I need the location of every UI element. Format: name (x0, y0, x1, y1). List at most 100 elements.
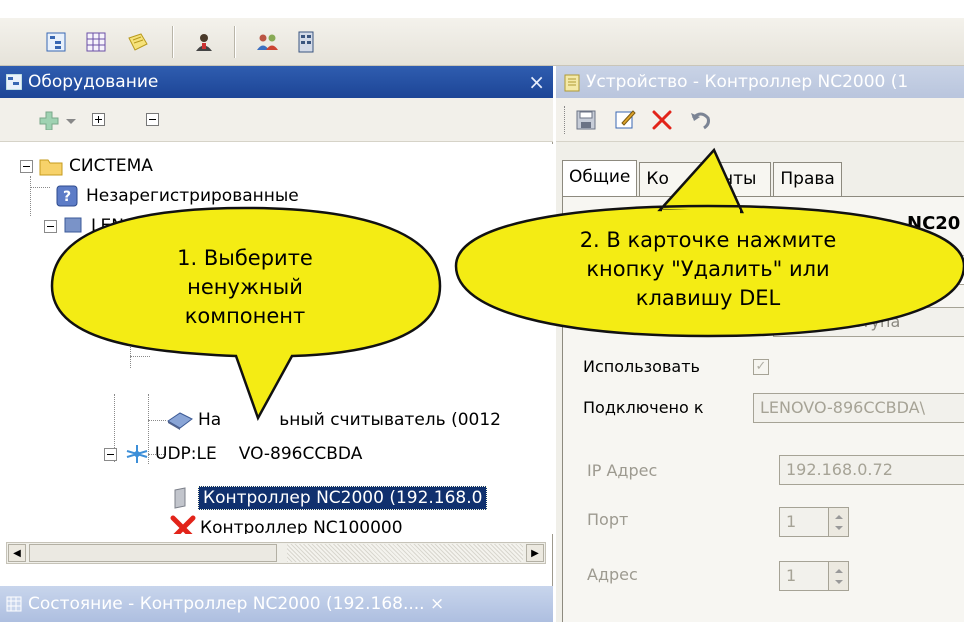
equipment-icon (6, 74, 22, 90)
scroll-right-icon[interactable]: ▶ (526, 544, 544, 562)
svg-text:?: ? (63, 189, 71, 205)
device-card-toolbar (556, 98, 964, 142)
connected-field[interactable]: LENOVO-896CCBDA\ (753, 393, 964, 423)
tree-node-lenovo[interactable]: LEN (44, 212, 124, 240)
add-device-icon[interactable] (38, 110, 78, 130)
card-reader-icon (167, 412, 193, 430)
tree-node-nc100000[interactable]: Контроллер NC100000 (170, 514, 403, 534)
callout-step2-line2: кнопку "Удалить" или (586, 257, 830, 281)
close-icon[interactable]: × (528, 70, 545, 94)
callout-step2-line3: клавишу DEL (635, 286, 781, 310)
tree-label-reader-right: ьный считыватель (0012 (279, 410, 501, 430)
torn-edge-top (0, 0, 964, 18)
tree-label-udp-right: VO-896CCBDA (238, 444, 363, 464)
port-spinner[interactable] (828, 508, 848, 536)
connected-label: Подключено к (583, 398, 704, 417)
device-name-heading: NC20 (907, 213, 961, 234)
tree-label-system: СИСТЕМА (69, 156, 153, 176)
tree-label-unregistered: Незарегистрированные (86, 186, 299, 206)
tree-label-reader-left: На (198, 410, 222, 430)
tree-label-lenovo: LEN (91, 216, 124, 236)
device-card-title: Устройство - Контроллер NC2000 (1 (586, 72, 909, 92)
screenshot-frame: Оборудование × СИСТЕМА ? Незарегистриров… (0, 0, 964, 622)
users-icon[interactable] (254, 28, 282, 56)
tab-components[interactable]: Ко ненты (639, 162, 772, 196)
tree-node-system[interactable]: СИСТЕМА (20, 152, 153, 180)
callout-step1-line2: ненужный (187, 275, 303, 299)
scroll-left-icon[interactable]: ◀ (8, 544, 26, 562)
use-checkbox[interactable]: ✓ (753, 359, 769, 375)
undo-icon[interactable] (690, 110, 712, 130)
callout-step1-line1: 1. Выберите (177, 246, 313, 270)
callout-text-step2: 2. В карточке нажмите кнопку "Удалить" и… (548, 226, 868, 313)
tree-node-nc2000[interactable]: Контроллер NC2000 (192.168.0 (170, 484, 488, 512)
folder-icon (39, 159, 63, 176)
tab-components-left: Ко (646, 169, 669, 189)
toolbar-grip (564, 106, 566, 134)
port-field[interactable]: 1 (779, 507, 849, 537)
callout-step1-line3: компонент (184, 304, 306, 328)
tab-general[interactable]: Общие (562, 160, 638, 196)
ip-label: IP Адрес (587, 461, 658, 480)
tree-line (130, 356, 150, 357)
delete-icon[interactable] (652, 110, 672, 130)
address-value: 1 (786, 566, 797, 585)
scroll-thumb[interactable] (29, 544, 277, 562)
equipment-pane: Оборудование × СИСТЕМА ? Незарегистриров… (0, 66, 553, 622)
tab-components-right: ненты (700, 169, 757, 189)
port-label: Порт (587, 510, 629, 529)
grid-icon (6, 596, 22, 612)
equipment-tree: СИСТЕМА ? Незарегистрированные LEN На ьн… (0, 144, 553, 534)
callout-text-step1: 1. Выберите ненужный компонент (120, 244, 370, 331)
collapse-icon[interactable] (20, 159, 33, 173)
computer-icon (64, 217, 82, 233)
callout-step2-line1: 2. В карточке нажмите (579, 228, 837, 252)
notes-icon[interactable] (124, 28, 152, 56)
use-label: Использовать (583, 357, 700, 376)
save-icon[interactable] (576, 110, 596, 130)
device-card-header: Устройство - Контроллер NC2000 (1 (556, 66, 964, 98)
panel-icon[interactable] (292, 28, 320, 56)
device-field-partial[interactable]: 00 (905, 255, 964, 285)
edit-icon[interactable] (614, 108, 636, 130)
equipment-pane-header: Оборудование × (0, 66, 553, 98)
address-field[interactable]: 1 (779, 561, 849, 591)
help-icon: ? (56, 185, 78, 207)
controller-icon (174, 487, 186, 509)
collapse-icon[interactable] (104, 447, 117, 461)
toolbar-separator (234, 26, 236, 58)
toolbar-separator (172, 26, 174, 58)
document-icon (564, 74, 580, 92)
equipment-pane-title: Оборудование (28, 72, 159, 92)
tree-node-unregistered[interactable]: ? Незарегистрированные (56, 182, 299, 210)
grid-icon[interactable] (82, 28, 110, 56)
address-label: Адрес (587, 565, 638, 584)
tree-label-udp-left: UDP:LE (155, 444, 217, 464)
tree-node-udp[interactable]: UDP:LE VO-896CCBDA (104, 440, 362, 468)
device-card-pane: Устройство - Контроллер NC2000 (1 Общие … (556, 66, 964, 622)
main-toolbar (0, 18, 964, 66)
user-icon[interactable] (190, 28, 218, 56)
network-icon (126, 445, 148, 463)
tree-line (30, 176, 31, 216)
tree-label-nc2000: Контроллер NC2000 (192.168.0 (198, 486, 488, 510)
tree-icon[interactable] (42, 28, 70, 56)
collapse-icon[interactable] (44, 219, 57, 233)
tree-line (30, 187, 50, 188)
state-pane-header[interactable]: Состояние - Контроллер NC2000 (192.168..… (0, 586, 553, 622)
scroll-track[interactable] (287, 544, 523, 562)
equipment-toolbar (0, 98, 553, 142)
tree-label-nc100000: Контроллер NC100000 (200, 518, 403, 534)
collapse-all-icon[interactable] (146, 113, 159, 126)
port-value: 1 (786, 512, 797, 531)
ip-field[interactable]: 192.168.0.72 (779, 455, 964, 485)
tree-node-reader[interactable]: На ьный считыватель (0012 (166, 406, 501, 434)
address-spinner[interactable] (828, 562, 848, 590)
tree-line (148, 420, 166, 421)
tree-horizontal-scrollbar[interactable]: ◀ ▶ (6, 542, 546, 564)
delete-marker-icon (170, 515, 196, 534)
device-card-tabs: Общие Ко ненты Права (562, 160, 844, 196)
expand-all-icon[interactable] (92, 113, 105, 126)
tab-rights[interactable]: Права (773, 162, 842, 196)
state-pane-title: Состояние - Контроллер NC2000 (192.168..… (28, 594, 445, 614)
